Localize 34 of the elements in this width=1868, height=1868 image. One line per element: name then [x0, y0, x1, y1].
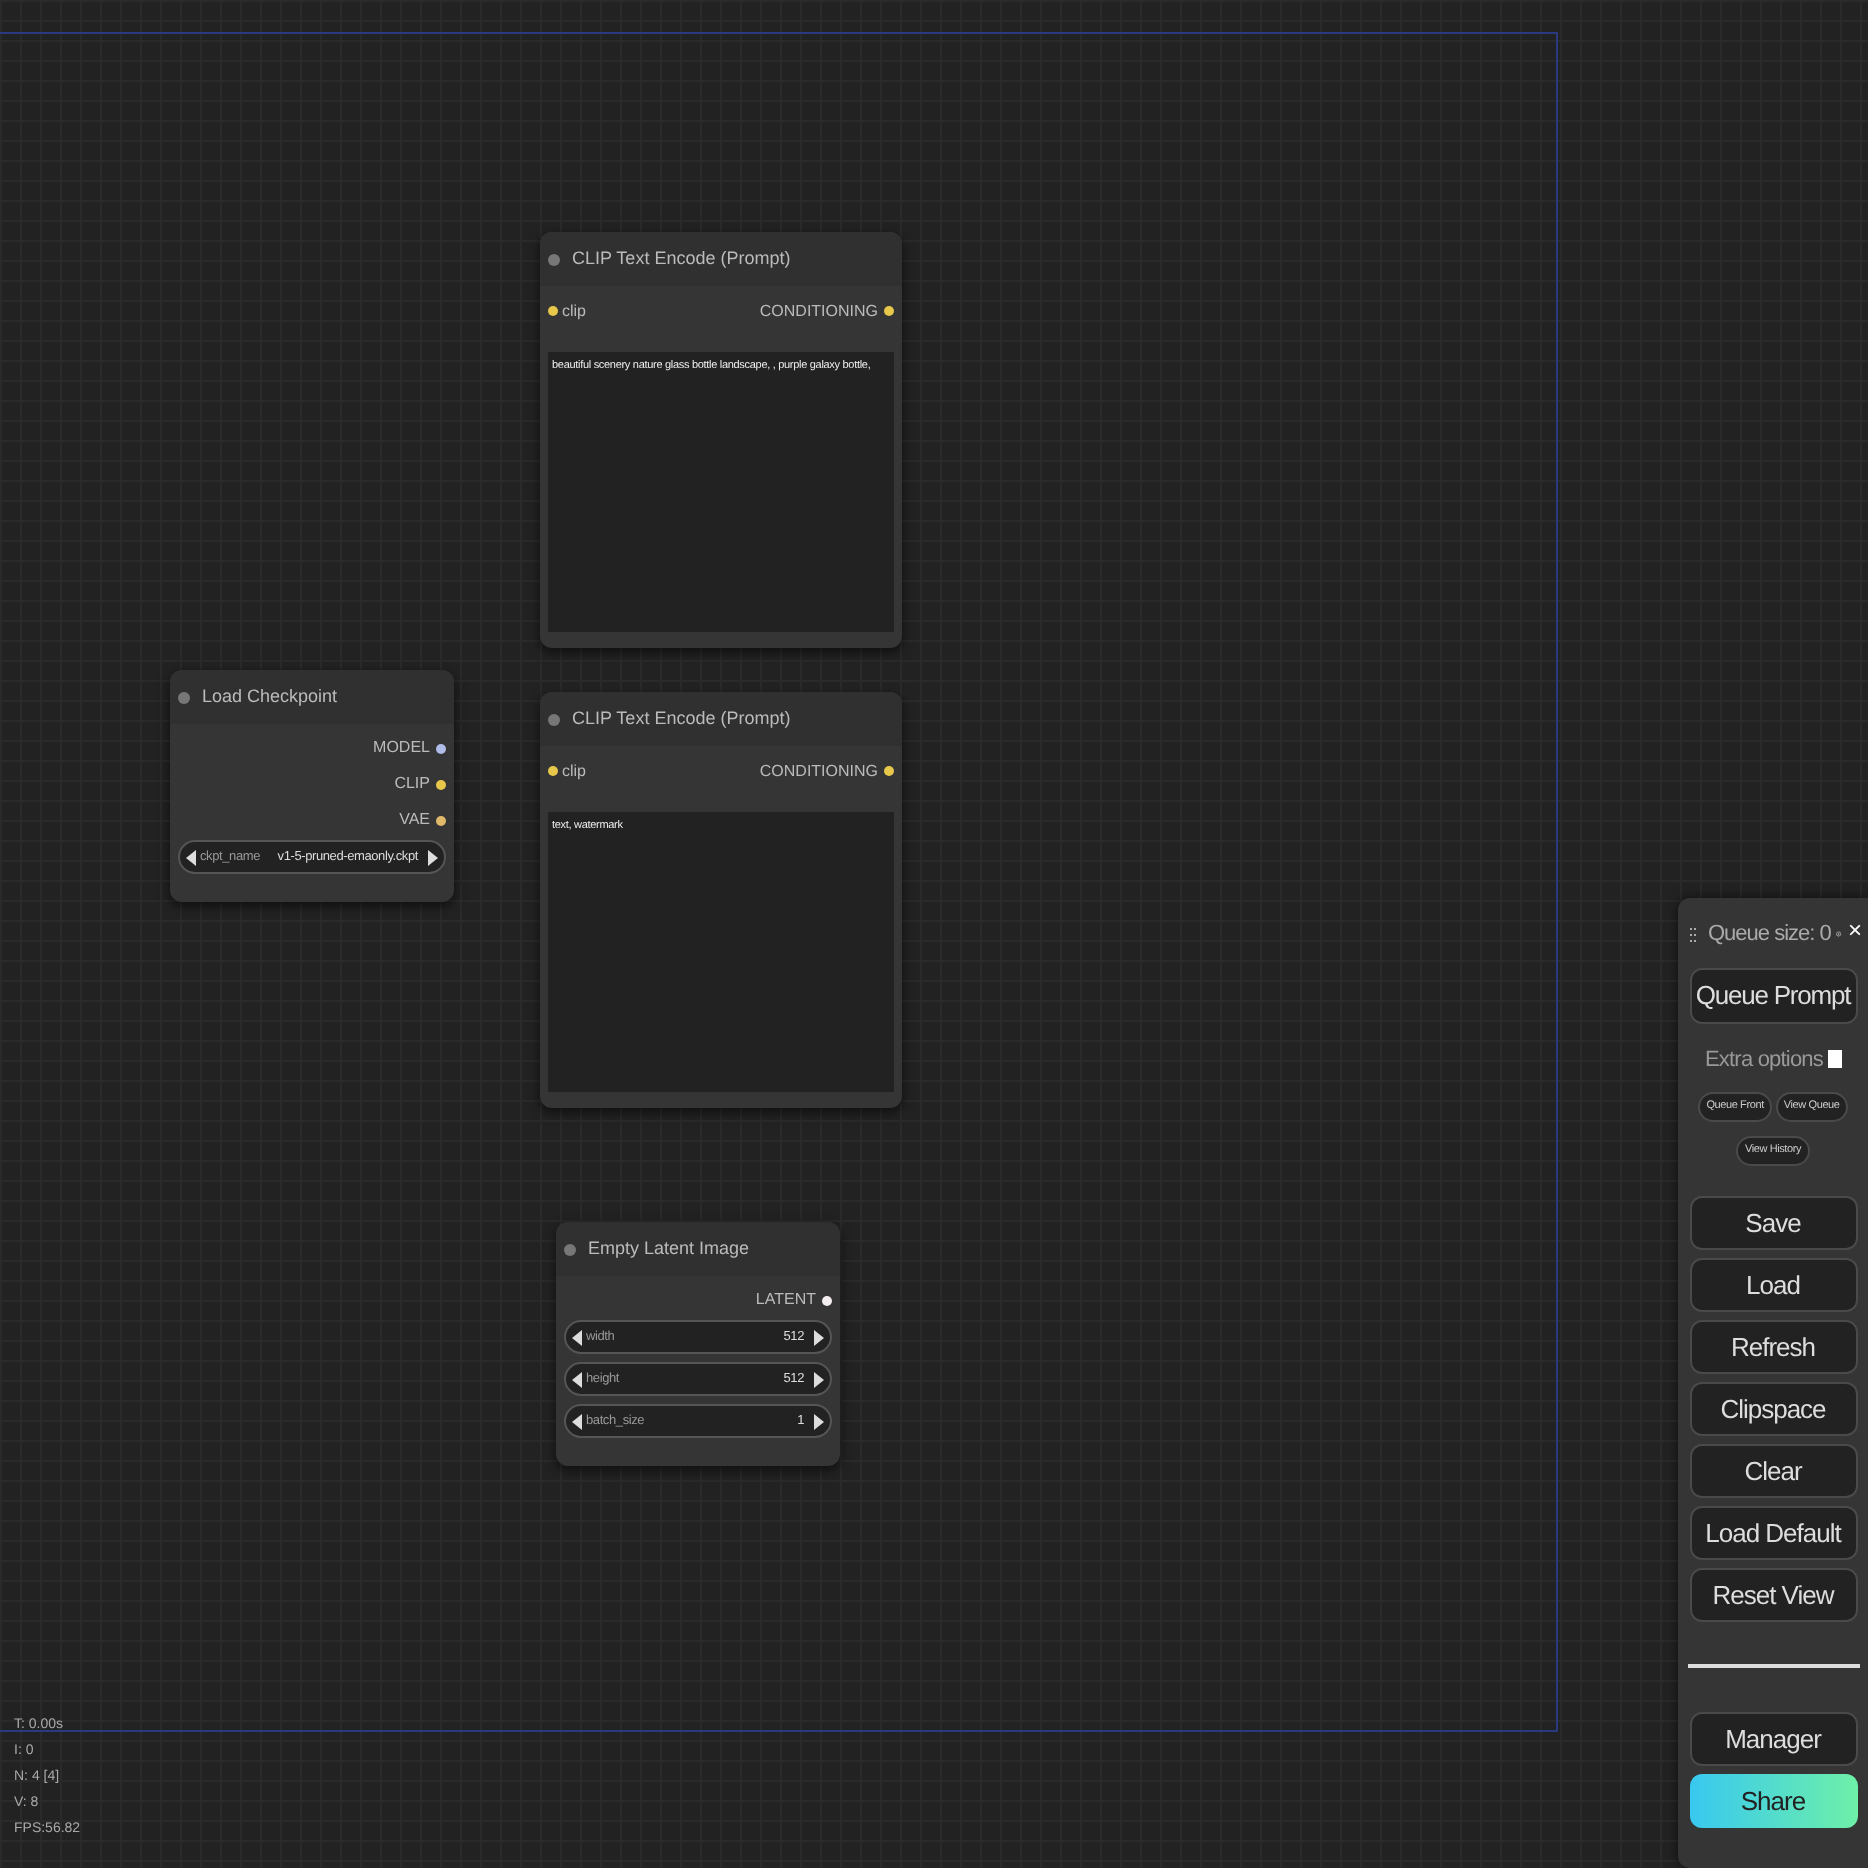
left-arrow-icon[interactable]	[572, 1329, 582, 1345]
left-arrow-icon[interactable]	[572, 1371, 582, 1387]
queue-prompt-button[interactable]: Queue Prompt	[1689, 967, 1857, 1023]
manager-button[interactable]: Manager	[1689, 1712, 1857, 1766]
node-title: CLIP Text Encode (Prompt)	[572, 245, 791, 272]
share-button[interactable]: Share	[1689, 1774, 1857, 1828]
slot-label: LATENT	[755, 1288, 816, 1312]
menu-button[interactable]: Load	[1689, 1258, 1857, 1312]
slot-label: VAE	[399, 808, 430, 832]
queue-size-label: Queue size: 0	[1708, 920, 1831, 950]
node-title: Empty Latent Image	[588, 1235, 750, 1262]
right-arrow-icon[interactable]	[814, 1371, 824, 1387]
menu-button[interactable]: Save	[1689, 1196, 1857, 1250]
right-arrow-icon[interactable]	[814, 1329, 824, 1345]
extra-options-label: Extra options	[1704, 1045, 1823, 1075]
menu-button[interactable]: Reset View	[1689, 1568, 1857, 1622]
menu-button[interactable]: Refresh	[1689, 1320, 1857, 1374]
menu-button[interactable]: Clear	[1689, 1444, 1857, 1498]
slot-label: CONDITIONING	[759, 299, 878, 323]
node-title: CLIP Text Encode (Prompt)	[572, 705, 791, 732]
left-arrow-icon[interactable]	[186, 849, 196, 865]
close-button[interactable]: ×	[1847, 918, 1862, 943]
menu-button[interactable]: Load Default	[1689, 1506, 1857, 1560]
slot-label: clip	[562, 759, 587, 783]
checkbox[interactable]	[1827, 1050, 1841, 1069]
node-title: Load Checkpoint	[202, 683, 338, 710]
slot-label: CLIP	[394, 772, 430, 796]
right-arrow-icon[interactable]	[428, 849, 438, 865]
slot-label: clip	[562, 299, 587, 323]
menu-button[interactable]: Clipspace	[1689, 1382, 1857, 1436]
slot-label: CONDITIONING	[759, 759, 878, 783]
slot-label: MODEL	[373, 736, 430, 760]
left-arrow-icon[interactable]	[572, 1413, 582, 1429]
right-arrow-icon[interactable]	[814, 1413, 824, 1429]
